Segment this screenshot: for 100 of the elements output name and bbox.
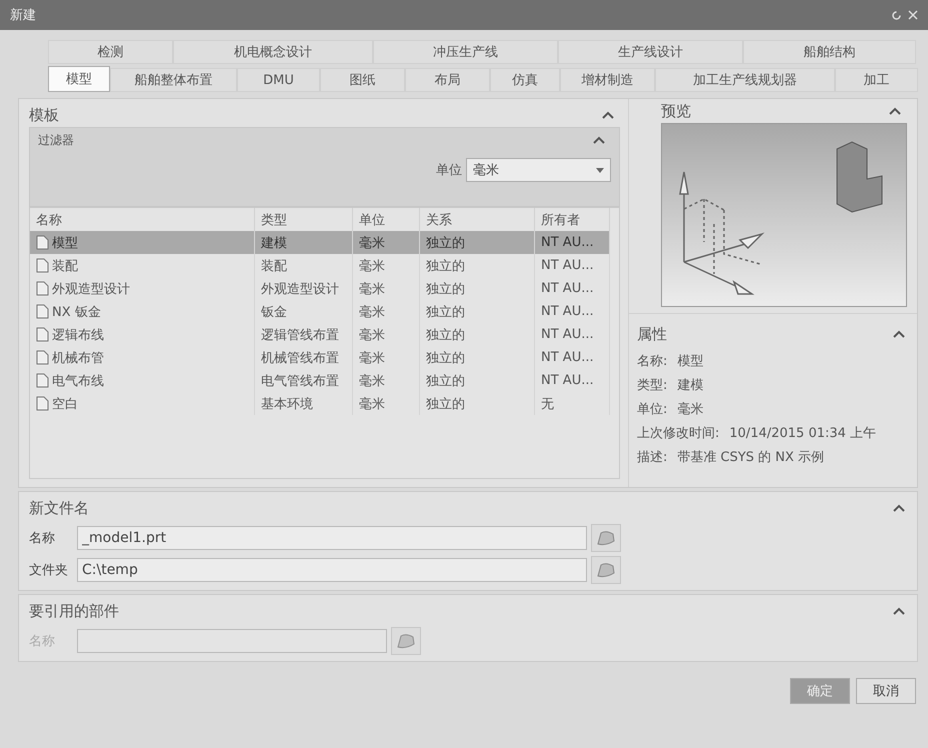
table-cell: 逻辑管线布置 — [255, 323, 353, 346]
window-title: 新建 — [10, 7, 36, 24]
table-cell: 毫米 — [353, 254, 420, 277]
section-title: 属性 — [637, 324, 667, 344]
property-label: 名称: — [637, 353, 668, 370]
text-field[interactable]: _model1.prt — [77, 526, 587, 550]
table-cell: 毫米 — [353, 346, 420, 369]
property-label: 类型: — [637, 377, 668, 394]
table-cell[interactable]: 空白 — [30, 392, 255, 415]
collapse-icon[interactable] — [602, 111, 614, 119]
table-cell: NT AU... — [535, 323, 610, 346]
section-title: 预览 — [661, 102, 691, 120]
table-cell: NT AU... — [535, 254, 610, 277]
property-label: 上次修改时间: — [637, 425, 720, 442]
collapse-icon[interactable] — [889, 107, 901, 115]
table-cell: 钣金 — [255, 300, 353, 323]
table-cell: 毫米 — [353, 392, 420, 415]
dropdown-arrow-icon — [596, 168, 604, 172]
close-icon[interactable] — [908, 10, 918, 20]
tab[interactable]: 仿真 — [490, 68, 560, 92]
cancel-button[interactable]: 取消 — [856, 678, 916, 704]
table-cell: 机械管线布置 — [255, 346, 353, 369]
table-cell: 独立的 — [420, 323, 535, 346]
table-cell[interactable]: 外观造型设计 — [30, 277, 255, 300]
file-icon — [36, 304, 49, 319]
table-cell: NT AU... — [535, 277, 610, 300]
tab[interactable]: 图纸 — [320, 68, 405, 92]
property-value: 10/14/2015 01:34 上午 — [729, 425, 876, 442]
table-cell[interactable]: 模型 — [30, 231, 255, 254]
table-cell[interactable]: 逻辑布线 — [30, 323, 255, 346]
table-cell: 独立的 — [420, 300, 535, 323]
file-icon — [36, 396, 49, 411]
property-value: 模型 — [677, 353, 704, 370]
section-title: 新文件名 — [29, 498, 89, 518]
tab[interactable]: DMU — [237, 68, 320, 92]
table-cell[interactable]: 机械布管 — [30, 346, 255, 369]
collapse-icon[interactable] — [893, 607, 905, 615]
table-cell[interactable]: 装配 — [30, 254, 255, 277]
collapse-icon[interactable] — [593, 136, 605, 144]
file-icon — [36, 281, 49, 296]
file-icon — [36, 350, 49, 365]
tab[interactable]: 布局 — [405, 68, 490, 92]
unit-label: 单位 — [436, 162, 462, 179]
tab[interactable]: 增材制造 — [560, 68, 655, 92]
folder-icon — [596, 561, 616, 579]
table-cell: 外观造型设计 — [255, 277, 353, 300]
property-label: 单位: — [637, 401, 668, 418]
tab[interactable]: 机电概念设计 — [173, 40, 373, 64]
property-value: 毫米 — [677, 401, 704, 418]
file-icon — [36, 373, 49, 388]
table-cell: 独立的 — [420, 254, 535, 277]
field-label: 名称 — [29, 530, 56, 547]
browse-button[interactable] — [591, 524, 621, 552]
table-cell: 装配 — [255, 254, 353, 277]
file-icon — [36, 235, 49, 250]
property-label: 描述: — [637, 449, 668, 466]
table-cell[interactable]: NX 钣金 — [30, 300, 255, 323]
table-cell: NT AU... — [535, 369, 610, 392]
table-cell: 独立的 — [420, 231, 535, 254]
property-value: 建模 — [677, 377, 704, 394]
collapse-icon[interactable] — [893, 330, 905, 338]
tab[interactable]: 模型 — [48, 66, 110, 92]
tab[interactable]: 加工生产线规划器 — [655, 68, 835, 92]
table-cell: NT AU... — [535, 231, 610, 254]
table-cell: 毫米 — [353, 323, 420, 346]
filter-title: 过滤器 — [38, 132, 74, 148]
table-cell: 毫米 — [353, 300, 420, 323]
folder-icon — [596, 529, 616, 547]
table-cell: NT AU... — [535, 346, 610, 369]
browse-button[interactable] — [591, 556, 621, 584]
field-label: 名称 — [29, 633, 56, 650]
file-icon — [36, 258, 49, 273]
table-cell: 电气管线布置 — [255, 369, 353, 392]
table-cell[interactable]: 电气布线 — [30, 369, 255, 392]
property-value: 带基准 CSYS 的 NX 示例 — [677, 449, 824, 466]
table-cell: NT AU... — [535, 300, 610, 323]
tab[interactable]: 加工 — [835, 68, 918, 92]
table-cell: 独立的 — [420, 277, 535, 300]
refresh-icon[interactable] — [891, 10, 902, 20]
collapse-icon[interactable] — [893, 504, 905, 512]
section-title: 要引用的部件 — [29, 602, 119, 620]
field-label: 文件夹 — [29, 562, 69, 579]
section-title: 模板 — [29, 106, 59, 124]
table-cell: 毫米 — [353, 231, 420, 254]
table-cell: 建模 — [255, 231, 353, 254]
table-cell: 毫米 — [353, 369, 420, 392]
tab[interactable]: 船舶结构 — [743, 40, 916, 64]
tab[interactable]: 生产线设计 — [558, 40, 743, 64]
text-field[interactable]: C:\temp — [77, 558, 587, 582]
table-cell: 毫米 — [353, 277, 420, 300]
table-cell: 无 — [535, 392, 610, 415]
table-cell: 独立的 — [420, 369, 535, 392]
tab[interactable]: 检测 — [48, 40, 173, 64]
tab[interactable]: 船舶整体布置 — [110, 68, 237, 92]
file-icon — [36, 327, 49, 342]
table-cell: 基本环境 — [255, 392, 353, 415]
table-cell: 独立的 — [420, 392, 535, 415]
unit-dropdown[interactable]: 毫米 — [466, 158, 611, 182]
table-cell: 独立的 — [420, 346, 535, 369]
tab[interactable]: 冲压生产线 — [373, 40, 558, 64]
